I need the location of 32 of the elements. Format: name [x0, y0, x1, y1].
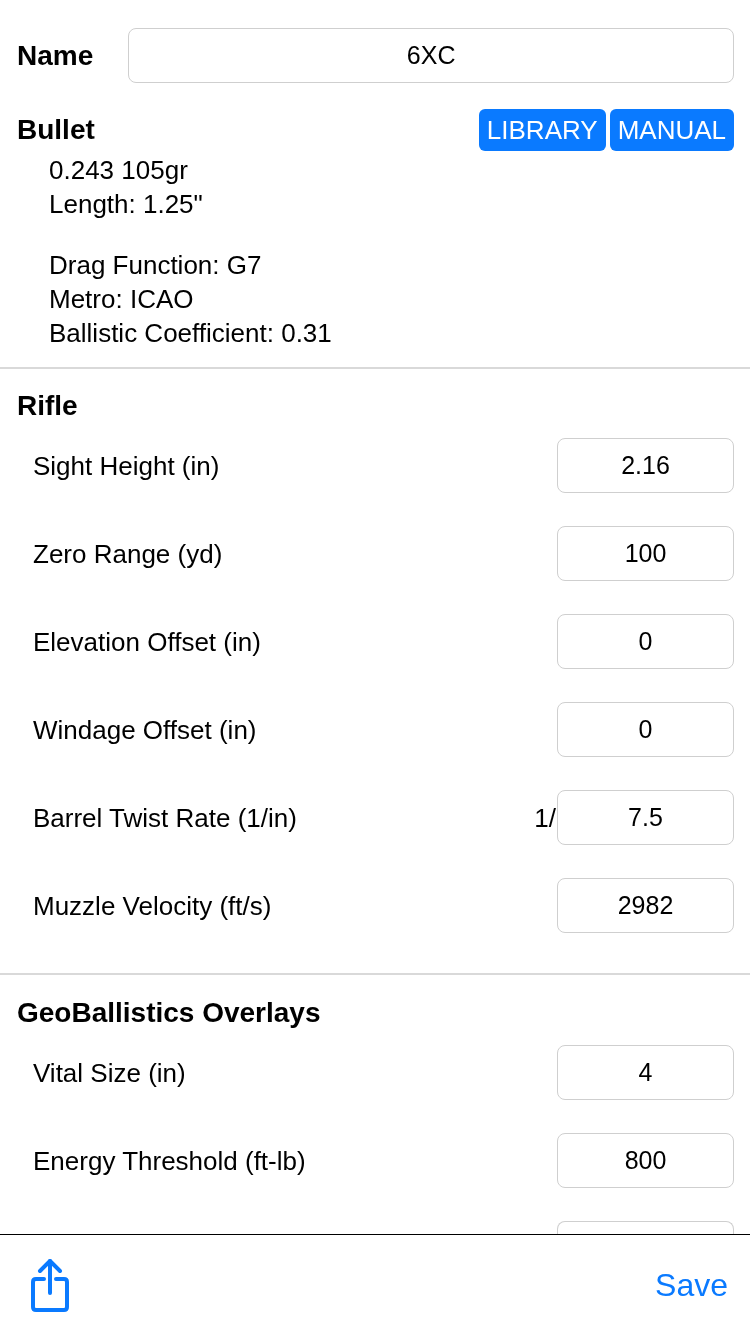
prefix-label: 1/ [534, 801, 556, 834]
input-field[interactable]: 2.16 [557, 438, 734, 493]
input-field[interactable]: 100 [557, 526, 734, 581]
field-label: Elevation Offset (in) [33, 625, 261, 658]
input-field[interactable]: 2982 [557, 878, 734, 933]
input-field[interactable]: 7.5 [557, 790, 734, 845]
bullet-detail: Ballistic Coefficient: 0.31 [49, 317, 332, 350]
field-label: Muzzle Velocity (ft/s) [33, 889, 272, 922]
bullet-detail: Drag Function: G7 [49, 249, 262, 282]
section-heading: Rifle [17, 389, 78, 423]
input-field[interactable]: 0 [557, 702, 734, 757]
bullet-detail: Length: 1.25" [49, 188, 203, 221]
name-field[interactable]: 6XC [128, 28, 734, 83]
section-heading: GeoBallistics Overlays [17, 996, 321, 1030]
share-icon[interactable] [31, 1257, 69, 1312]
field-label: Zero Range (yd) [33, 537, 223, 570]
name-label: Name [17, 38, 94, 73]
bullet-source-button[interactable]: LIBRARY [478, 109, 606, 151]
input-field[interactable]: 0 [557, 614, 734, 669]
bullet-detail: 0.243 105gr [49, 154, 188, 187]
field-label: Windage Offset (in) [33, 713, 257, 746]
field-label: Barrel Twist Rate (1/in) [33, 801, 297, 834]
section-heading: Bullet [17, 113, 95, 147]
field-label: Vital Size (in) [33, 1056, 186, 1089]
input-field[interactable] [557, 1221, 734, 1234]
input-field[interactable]: 800 [557, 1133, 734, 1188]
field-label: Energy Threshold (ft-lb) [33, 1144, 306, 1177]
save-button[interactable]: Save [655, 1265, 728, 1304]
field-label: Sight Height (in) [33, 449, 220, 482]
input-field[interactable]: 4 [557, 1045, 734, 1100]
bullet-source-button[interactable]: MANUAL [609, 109, 734, 151]
bullet-detail: Metro: ICAO [49, 283, 194, 316]
